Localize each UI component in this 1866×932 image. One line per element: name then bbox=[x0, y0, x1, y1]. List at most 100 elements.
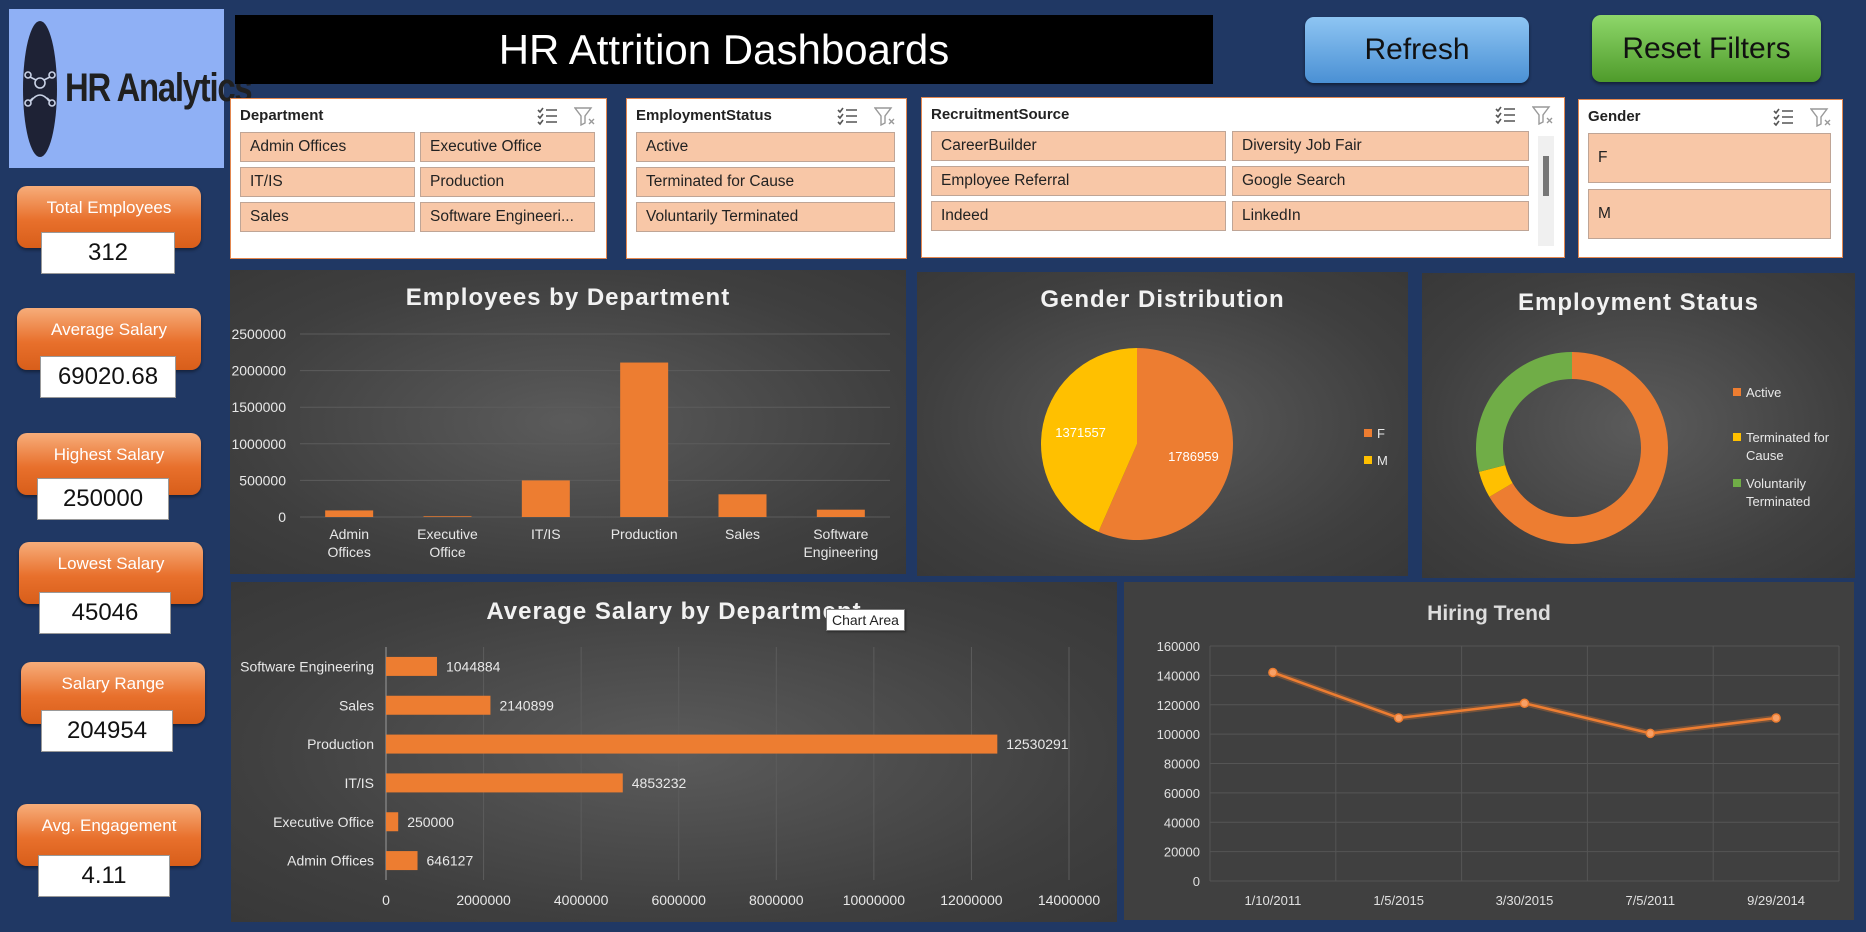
data-point bbox=[1519, 698, 1530, 709]
legend-label: Cause bbox=[1746, 448, 1784, 463]
x-tick-label: Offices bbox=[328, 544, 371, 560]
data-point bbox=[1771, 713, 1781, 723]
slicer-item[interactable]: Active bbox=[636, 132, 895, 162]
y-tick-label: Executive Office bbox=[273, 814, 374, 830]
x-tick-label: Admin bbox=[329, 526, 369, 542]
slicer-gender: Gender F M bbox=[1578, 99, 1843, 258]
chart-hiring-trend[interactable]: Hiring Trend 0 20000 40000 60000 80000 100000… bbox=[1124, 582, 1854, 920]
multi-select-icon[interactable] bbox=[1494, 105, 1516, 125]
slicer-item[interactable]: CareerBuilder bbox=[931, 131, 1226, 161]
slicer-recruitment-source: RecruitmentSource CareerBuilder Diversit… bbox=[921, 97, 1565, 258]
kpi-average-salary: Average Salary 69020.68 bbox=[17, 308, 201, 398]
slicer-item[interactable]: Terminated for Cause bbox=[636, 167, 895, 197]
bar bbox=[386, 812, 399, 832]
y-tick-label: 0 bbox=[1193, 874, 1200, 889]
multi-select-icon[interactable] bbox=[836, 106, 858, 126]
scrollbar-thumb[interactable] bbox=[1543, 156, 1549, 196]
y-tick-label: Admin Offices bbox=[287, 853, 374, 869]
slicer-employment-status: EmploymentStatus Active Terminated for C… bbox=[626, 98, 907, 259]
y-tick-label: 140000 bbox=[1157, 668, 1200, 683]
slicer-item[interactable]: Executive Office bbox=[420, 132, 595, 162]
clear-filter-icon[interactable] bbox=[1810, 107, 1832, 127]
kpi-value: 69020.68 bbox=[40, 356, 176, 398]
donut-chart-svg: Active Terminated for Cause Voluntarily Term… bbox=[1476, 352, 1830, 544]
bar bbox=[521, 480, 570, 517]
clear-filter-icon[interactable] bbox=[574, 106, 596, 126]
chart-gender-distribution[interactable]: Gender Distribution 1786959 1371557 F M bbox=[917, 272, 1408, 576]
donut-slice bbox=[1476, 352, 1572, 472]
clear-filter-icon[interactable] bbox=[874, 106, 896, 126]
x-tick-label: 10000000 bbox=[843, 892, 906, 908]
bar-chart-svg: 0 500000 1000000 1500000 2000000 2500000 Admin… bbox=[231, 326, 890, 560]
legend-label: Terminated for bbox=[1746, 430, 1830, 445]
y-tick-label: 80000 bbox=[1164, 757, 1200, 772]
x-tick-label: 9/29/2014 bbox=[1747, 893, 1805, 908]
x-tick-label: 0 bbox=[382, 892, 390, 908]
slicer-item[interactable]: Employee Referral bbox=[931, 166, 1226, 196]
reset-filters-button[interactable]: Reset Filters bbox=[1592, 15, 1821, 82]
bar bbox=[386, 695, 491, 715]
y-tick-label: 20000 bbox=[1164, 845, 1200, 860]
data-label: 1371557 bbox=[1055, 425, 1106, 440]
x-tick-label: Software bbox=[813, 526, 868, 542]
slicer-item[interactable]: Google Search bbox=[1232, 166, 1529, 196]
slicer-item[interactable]: M bbox=[1588, 189, 1831, 239]
kpi-salary-range: Salary Range 204954 bbox=[21, 662, 205, 752]
multi-select-icon[interactable] bbox=[1772, 107, 1794, 127]
chart-employees-by-department[interactable]: Employees by Department 0 500000 1000000 15… bbox=[230, 270, 906, 574]
slicer-item[interactable]: LinkedIn bbox=[1232, 201, 1529, 231]
slicer-item[interactable]: Indeed bbox=[931, 201, 1226, 231]
kpi-value: 4.11 bbox=[38, 855, 170, 897]
x-tick-label: Sales bbox=[725, 526, 760, 542]
kpi-value: 45046 bbox=[39, 592, 171, 634]
data-label: 646127 bbox=[427, 853, 474, 869]
slicer-item[interactable]: F bbox=[1588, 133, 1831, 183]
y-tick-label: IT/IS bbox=[344, 775, 374, 791]
data-point bbox=[1645, 728, 1656, 739]
kpi-avg-engagement: Avg. Engagement 4.11 bbox=[17, 804, 201, 897]
x-tick-label: 12000000 bbox=[940, 892, 1003, 908]
bar bbox=[386, 656, 437, 676]
slicer-title: Gender bbox=[1588, 108, 1641, 125]
x-tick-label: Production bbox=[611, 526, 678, 542]
kpi-highest-salary: Highest Salary 250000 bbox=[17, 433, 201, 520]
x-tick-label: 7/5/2011 bbox=[1625, 893, 1675, 908]
bar bbox=[816, 509, 865, 517]
logo-text: HR Analytics bbox=[65, 66, 253, 110]
refresh-button[interactable]: Refresh bbox=[1305, 17, 1529, 83]
chart-area-tooltip: Chart Area bbox=[826, 609, 905, 631]
multi-select-icon[interactable] bbox=[536, 106, 558, 126]
dashboard-title: HR Attrition Dashboards bbox=[235, 15, 1213, 84]
kpi-lowest-salary: Lowest Salary 45046 bbox=[19, 542, 203, 634]
x-tick-label: 2000000 bbox=[456, 892, 511, 908]
x-tick-label: 8000000 bbox=[749, 892, 804, 908]
pie-chart-svg: 1786959 1371557 FM bbox=[1041, 348, 1388, 540]
slicer-item[interactable]: Voluntarily Terminated bbox=[636, 202, 895, 232]
y-tick-label: 160000 bbox=[1157, 639, 1200, 654]
slicer-item[interactable]: IT/IS bbox=[240, 167, 415, 197]
data-label: 2140899 bbox=[499, 697, 554, 713]
data-label: 250000 bbox=[407, 814, 454, 830]
slicer-item[interactable]: Diversity Job Fair bbox=[1232, 131, 1529, 161]
clear-filter-icon[interactable] bbox=[1532, 105, 1554, 125]
kpi-value: 204954 bbox=[41, 710, 173, 752]
x-tick-label: 1/10/2011 bbox=[1244, 893, 1301, 908]
y-tick-label: 1500000 bbox=[231, 399, 286, 415]
legend-label: F bbox=[1377, 426, 1385, 441]
legend-swatch bbox=[1733, 479, 1741, 487]
y-tick-label: Production bbox=[307, 736, 374, 752]
slicer-item[interactable]: Production bbox=[420, 167, 595, 197]
slicer-title: Department bbox=[240, 107, 324, 124]
slicer-item[interactable]: Sales bbox=[240, 202, 415, 232]
network-person-icon bbox=[23, 20, 57, 157]
chart-employment-status[interactable]: Employment Status Active Terminated for Ca… bbox=[1422, 273, 1855, 578]
data-point bbox=[1268, 667, 1278, 678]
y-tick-label: 100000 bbox=[1157, 727, 1200, 742]
slicer-item[interactable]: Software Engineeri... bbox=[420, 202, 595, 232]
slicer-scrollbar[interactable] bbox=[1538, 136, 1554, 246]
chart-average-salary-by-department[interactable]: Average Salary by Department 0 2000000 400… bbox=[231, 582, 1117, 922]
slicer-item[interactable]: Admin Offices bbox=[240, 132, 415, 162]
x-tick-label: Engineering bbox=[803, 544, 878, 560]
logo: HR Analytics bbox=[9, 9, 253, 168]
x-tick-label: 4000000 bbox=[554, 892, 609, 908]
